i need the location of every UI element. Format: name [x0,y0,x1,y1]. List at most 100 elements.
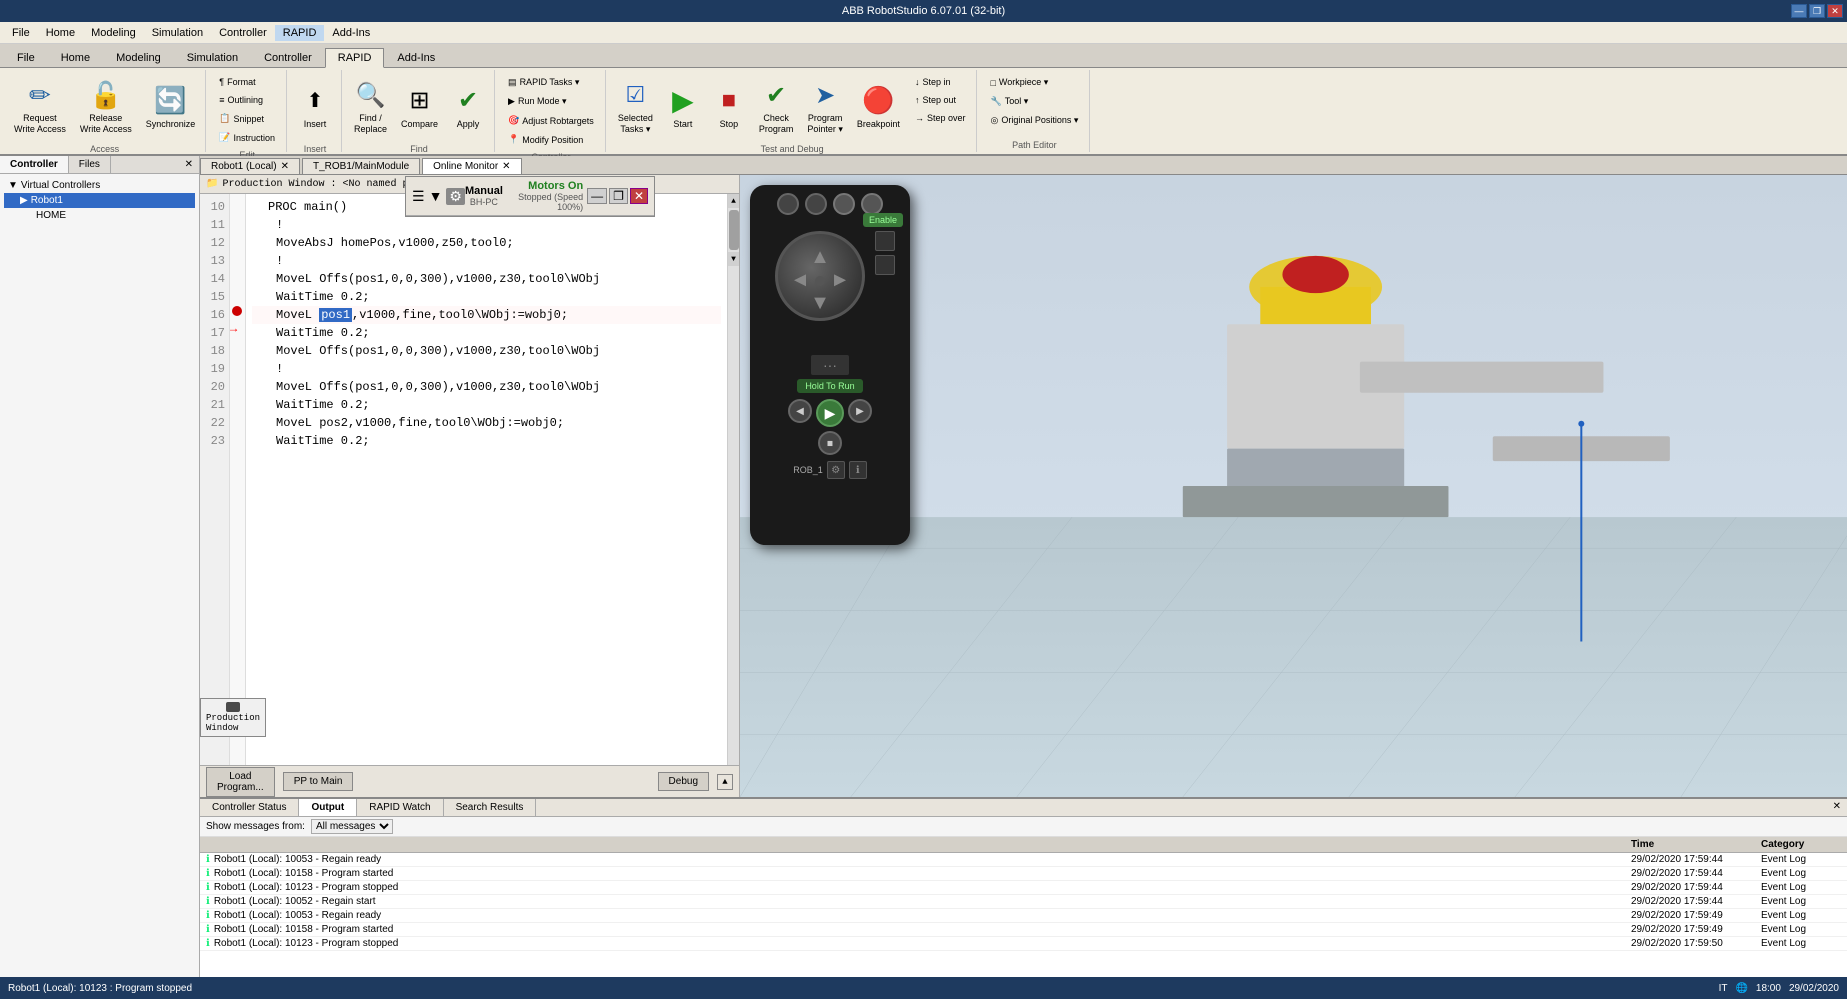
online-monitor-close[interactable]: ✕ [502,161,510,172]
fp-prev-btn[interactable]: ◀ [788,399,812,423]
fp-btn-3[interactable] [833,193,855,215]
panel-close-btn[interactable]: ✕ [179,156,199,173]
rapid-tasks-btn[interactable]: ▤ RAPID Tasks ▾ [503,74,599,91]
fp-play-btn[interactable]: ▶ [816,399,844,427]
manual-title: Manual [465,185,503,197]
tree-virtual-controllers[interactable]: ▼ Virtual Controllers [4,178,195,193]
fp-enable-btn[interactable]: Enable [863,213,903,227]
code-content[interactable]: PROC main() ! MoveAbsJ homePos,v1000,z50… [246,194,727,792]
tree-robot1[interactable]: ▶ Robot1 [4,193,195,208]
pp-to-main-btn[interactable]: PP to Main [283,772,354,791]
snippet-btn[interactable]: 📋 Snippet [214,110,280,127]
panel-tab-controller[interactable]: Controller [0,156,69,173]
tab-home[interactable]: Home [48,48,103,67]
insert-btn[interactable]: ⬆ Insert [293,72,337,142]
manual-icon1[interactable]: ☰ [412,188,425,205]
manual-icon2[interactable]: ▼ [429,188,443,204]
synchronize-btn[interactable]: 🔄 Synchronize [140,72,202,142]
manual-status: Motors On [503,180,583,192]
menu-simulation[interactable]: Simulation [144,25,211,41]
fp-next-btn[interactable]: ▶ [848,399,872,423]
menu-file[interactable]: File [4,25,38,41]
code-vscrollbar[interactable]: ▲ ▼ [727,194,739,792]
fp-info-icon[interactable]: ℹ [849,461,867,479]
outlining-btn[interactable]: ≡ Outlining [214,92,280,108]
robot1-local-close[interactable]: ✕ [281,161,289,172]
manual-close[interactable]: ✕ [630,188,648,204]
load-program-btn[interactable]: LoadProgram... [206,767,275,797]
program-pointer-btn[interactable]: ➤ ProgramPointer ▾ [801,72,849,142]
manual-minimize[interactable]: — [587,188,607,204]
check-program-btn[interactable]: ✔ CheckProgram [753,72,800,142]
production-window-btn[interactable]: ProductionWindow [200,698,266,737]
debug-group-label: Test and Debug [612,142,973,154]
run-mode-btn[interactable]: ▶ Run Mode ▾ [503,93,599,110]
fp-side-btn2[interactable] [875,255,895,275]
find-replace-btn[interactable]: 🔍 Find /Replace [348,72,393,142]
vscroll-down-btn[interactable]: ▼ [728,252,739,266]
workpiece-btn[interactable]: □ Workpiece ▾ [985,74,1083,91]
menu-controller[interactable]: Controller [211,25,275,41]
fp-hold-to-run-btn[interactable]: Hold To Run [797,379,862,393]
stop-btn[interactable]: ⏹ Stop [707,72,751,142]
restore-btn[interactable]: ❐ [1809,4,1825,18]
apply-btn[interactable]: ✔ Apply [446,72,490,142]
fp-btn-2[interactable] [805,193,827,215]
filter-select[interactable]: All messages [311,819,393,834]
format-btn[interactable]: ¶ Format [214,74,280,90]
breakpoint-btn[interactable]: 🔴 Breakpoint [851,72,906,142]
menu-rapid[interactable]: RAPID [275,25,325,41]
step-in-btn[interactable]: ↓ Step in [910,74,971,90]
online-monitor-tab[interactable]: Online Monitor ✕ [422,158,521,174]
release-access-btn[interactable]: 🔓 ReleaseWrite Access [74,72,138,142]
fp-btn-1[interactable] [777,193,799,215]
tab-rapid[interactable]: RAPID [325,48,385,68]
output-tab-search-results[interactable]: Search Results [444,799,537,816]
fp-side-btn1[interactable] [875,231,895,251]
step-over-btn[interactable]: → Step over [910,110,971,126]
panel-tab-files[interactable]: Files [69,156,111,173]
debug-btn[interactable]: Debug [658,772,709,791]
start-btn[interactable]: ▶ Start [661,72,705,142]
output-panel-close[interactable]: ✕ [1827,799,1847,816]
tool-btn[interactable]: 🔧 Tool ▾ [985,93,1083,110]
adjust-icon: 🎯 [508,115,519,126]
output-tab-controller-status[interactable]: Controller Status [200,799,299,816]
request-write-access-btn[interactable]: ✏ RequestWrite Access [8,72,72,142]
tab-modeling[interactable]: Modeling [103,48,174,67]
step-out-btn[interactable]: ↑ Step out [910,92,971,108]
minimize-btn[interactable]: — [1791,4,1807,18]
editor-collapse-btn[interactable]: ▲ [717,774,733,790]
tab-controller[interactable]: Controller [251,48,325,67]
selected-tasks-btn[interactable]: ☑ SelectedTasks ▾ [612,72,659,142]
original-positions-btn[interactable]: ◎ Original Positions ▾ [985,112,1083,129]
fp-btn-4[interactable] [861,193,883,215]
fp-menu-btn[interactable]: ··· [811,355,849,375]
menu-home[interactable]: Home [38,25,83,41]
tree-home[interactable]: HOME [4,208,195,223]
instruction-btn[interactable]: 📝 Instruction [214,129,280,146]
main-module-tab[interactable]: T_ROB1/MainModule [302,158,420,174]
fp-joystick[interactable]: ▲ ◄► ▼ [775,231,865,321]
content-area: Robot1 (Local) ✕ T_ROB1/MainModule Onlin… [200,156,1847,977]
compare-btn[interactable]: ⊞ Compare [395,72,444,142]
vscroll-thumb[interactable] [729,210,739,250]
fp-stop-btn[interactable]: ⏹ [818,431,842,455]
menu-modeling[interactable]: Modeling [83,25,144,41]
row7-cat: Event Log [1761,938,1841,949]
tab-addins[interactable]: Add-Ins [384,48,448,67]
manual-mode-icon[interactable]: ⚙ [446,188,465,205]
output-tab-rapid-watch[interactable]: RAPID Watch [357,799,443,816]
tab-robot1-local[interactable]: Robot1 (Local) ✕ [200,158,300,174]
tab-file[interactable]: File [4,48,48,67]
output-tab-output[interactable]: Output [299,799,357,816]
adjust-robtargets-btn[interactable]: 🎯 Adjust Robtargets [503,112,599,129]
manual-restore[interactable]: ❐ [609,188,628,204]
access-group-label: Access [8,142,201,154]
fp-settings-icon[interactable]: ⚙ [827,461,845,479]
close-btn[interactable]: ✕ [1827,4,1843,18]
vscroll-up-btn[interactable]: ▲ [728,194,739,208]
tab-simulation[interactable]: Simulation [174,48,251,67]
menu-addins[interactable]: Add-Ins [324,25,378,41]
modify-position-btn[interactable]: 📍 Modify Position [503,131,599,148]
